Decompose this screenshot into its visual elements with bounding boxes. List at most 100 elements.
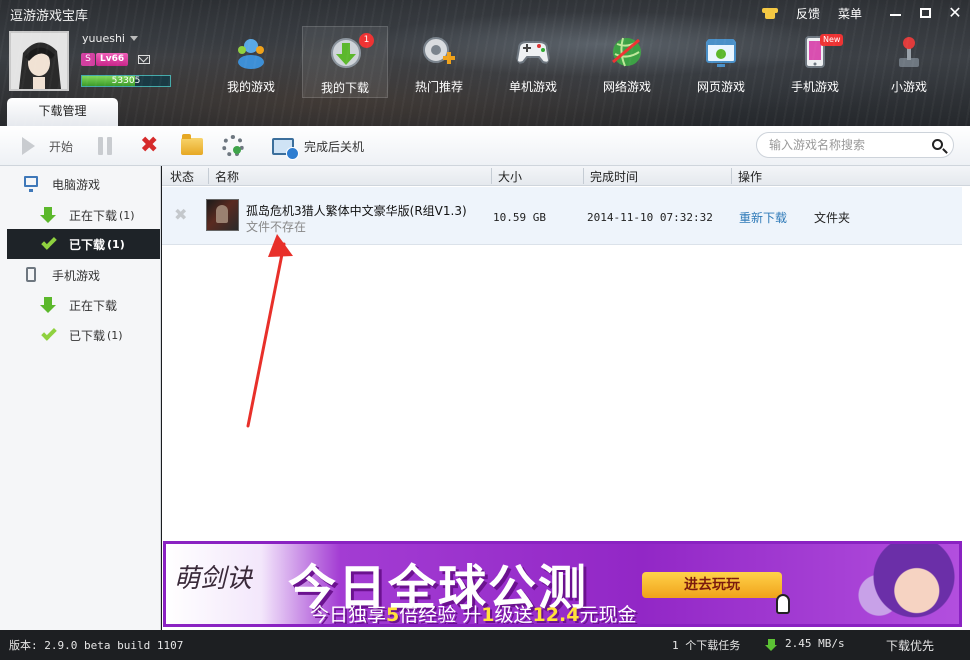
mail-icon[interactable] (138, 55, 150, 64)
username[interactable]: yuueshi (82, 32, 125, 45)
game-name: 孤岛危机3猎人繁体中文豪华版(R组V1.3) (246, 204, 467, 218)
check-icon (41, 234, 57, 252)
shutdown-after-complete-button[interactable]: 完成后关机 (272, 134, 364, 160)
banner-sub-highlight: 12.4 (532, 604, 580, 626)
menu-link[interactable]: 菜单 (838, 5, 862, 22)
skin-icon[interactable] (761, 6, 778, 20)
joystick-icon (899, 37, 919, 67)
notification-badge: 1 (359, 33, 374, 48)
close-button[interactable]: ✕ (940, 3, 970, 23)
sidebar-item-pc-downloading[interactable]: 正在下载 (1) (7, 200, 160, 230)
nav-label: 单机游戏 (508, 80, 557, 94)
nav-mini-games[interactable]: 小游戏 (866, 26, 952, 98)
error-status-icon: ✖ (174, 205, 188, 224)
pause-icon (98, 137, 112, 155)
column-header-name[interactable]: 名称 (208, 168, 239, 184)
sidebar: 电脑游戏 正在下载 (1) 已下载 (1) 手机游戏 正在下载 已下载 (1) (0, 166, 161, 630)
download-speed-icon (765, 638, 777, 651)
nav-mobile-games[interactable]: New 手机游戏 (772, 26, 858, 98)
window-controls: 反馈 菜单 ✕ (761, 3, 970, 23)
chevron-down-icon[interactable] (130, 36, 138, 41)
play-icon (22, 137, 35, 155)
completed-time: 2014-11-10 07:32:32 (587, 211, 713, 224)
start-button[interactable]: 开始 (22, 134, 73, 158)
new-badge: New (820, 34, 844, 46)
nav-online-games[interactable]: 网络游戏 (584, 26, 670, 98)
version-text: 版本: 2.9.0 beta build 1107 (9, 639, 184, 652)
sidebar-item-count: (1) (107, 328, 123, 342)
table-header: 状态 名称 大小 完成时间 操作 (162, 166, 970, 186)
redownload-link[interactable]: 重新下载 (739, 209, 787, 226)
download-priority-button[interactable]: 下载优先 (886, 637, 934, 654)
column-header-size[interactable]: 大小 (491, 168, 522, 184)
sidebar-item-label: 已下载 (69, 237, 106, 252)
header: 逗游游戏宝库 反馈 菜单 ✕ yuueshi S Lv66 53305 我的游戏… (0, 0, 970, 126)
nav-label: 小游戏 (890, 80, 927, 94)
nav-my-downloads[interactable]: 1 我的下载 (302, 26, 388, 98)
hot-recommend-icon (423, 37, 455, 64)
hand-cursor-icon (776, 594, 790, 614)
delete-icon: ✖ (140, 133, 159, 158)
banner-play-button[interactable]: 进去玩玩 (642, 572, 782, 598)
nav-label: 我的下载 (320, 81, 369, 95)
sidebar-category-pc[interactable]: 电脑游戏 (0, 169, 160, 199)
monitor-icon (272, 137, 299, 160)
nav-label: 我的游戏 (226, 80, 275, 94)
level-badge: Lv66 (96, 53, 129, 66)
open-folder-button[interactable] (181, 133, 203, 158)
column-header-actions: 操作 (731, 168, 762, 184)
maximize-icon (919, 8, 931, 18)
feedback-link[interactable]: 反馈 (796, 5, 820, 22)
sidebar-category-label: 手机游戏 (52, 268, 101, 283)
nav-label: 网络游戏 (602, 80, 651, 94)
sidebar-category-mobile[interactable]: 手机游戏 (0, 260, 160, 290)
web-game-icon (706, 39, 736, 67)
open-folder-link[interactable]: 文件夹 (814, 209, 850, 226)
tab-download-manager[interactable]: 下载管理 (7, 98, 118, 126)
avatar[interactable] (9, 31, 69, 91)
column-header-completed-time[interactable]: 完成时间 (583, 168, 638, 184)
my-games-icon (238, 39, 264, 69)
nav-label: 热门推荐 (414, 80, 463, 94)
pc-icon (24, 176, 40, 192)
sidebar-category-label: 电脑游戏 (52, 177, 101, 192)
app-window: 逗游游戏宝库 反馈 菜单 ✕ yuueshi S Lv66 53305 我的游戏… (0, 0, 970, 660)
sidebar-item-mobile-downloading[interactable]: 正在下载 (7, 290, 160, 320)
sidebar-item-label: 已下载 (69, 328, 106, 343)
nav-label: 网页游戏 (696, 80, 745, 94)
search-input[interactable] (769, 136, 929, 154)
table-row[interactable]: ✖ 孤岛危机3猎人繁体中文豪华版(R组V1.3) 文件不存在 10.59 GB … (162, 187, 962, 245)
download-speed-value: 2.45 MB/s (785, 637, 845, 650)
nav-web-games[interactable]: 网页游戏 (678, 26, 764, 98)
gear-icon (222, 135, 244, 157)
minimize-button[interactable] (880, 3, 910, 23)
download-speed[interactable]: 2.45 MB/s (765, 637, 845, 651)
game-thumbnail (206, 199, 239, 231)
vip-badge: S (81, 53, 95, 66)
task-count[interactable]: 1 个下载任务 (672, 637, 740, 653)
status-bar: 版本: 2.9.0 beta build 1107 1 个下载任务 2.45 M… (0, 630, 970, 660)
banner-sub-text: 元现金 (579, 604, 637, 626)
banner-sub-text: 级送 (494, 604, 533, 626)
nav-hot-recommend[interactable]: 热门推荐 (396, 26, 482, 98)
settings-button[interactable] (222, 134, 244, 158)
banner-subtitle: 今日独享5倍经验 升1级送12.4元现金 (310, 600, 637, 626)
maximize-button[interactable] (910, 3, 940, 23)
start-label: 开始 (49, 139, 74, 154)
search-box (756, 132, 954, 158)
column-header-status[interactable]: 状态 (162, 168, 194, 184)
nav-single-games[interactable]: 单机游戏 (490, 26, 576, 98)
sidebar-item-label: 正在下载 (69, 208, 118, 223)
pause-button[interactable] (98, 134, 112, 158)
avatar-image (11, 33, 67, 89)
globe-icon (612, 37, 641, 67)
nav-my-games[interactable]: 我的游戏 (208, 26, 294, 98)
search-icon[interactable] (932, 139, 943, 150)
sidebar-item-mobile-downloaded[interactable]: 已下载 (1) (7, 320, 160, 350)
sidebar-item-pc-downloaded[interactable]: 已下载 (1) (7, 229, 160, 259)
download-arrow-icon (40, 297, 57, 313)
ad-banner[interactable]: 萌剑诀 今日全球公测 今日独享5倍经验 升1级送12.4元现金 进去玩玩 (163, 541, 962, 627)
delete-button[interactable]: ✖ (140, 134, 158, 158)
exp-value: 53305 (111, 76, 141, 86)
banner-character-art (816, 544, 956, 624)
